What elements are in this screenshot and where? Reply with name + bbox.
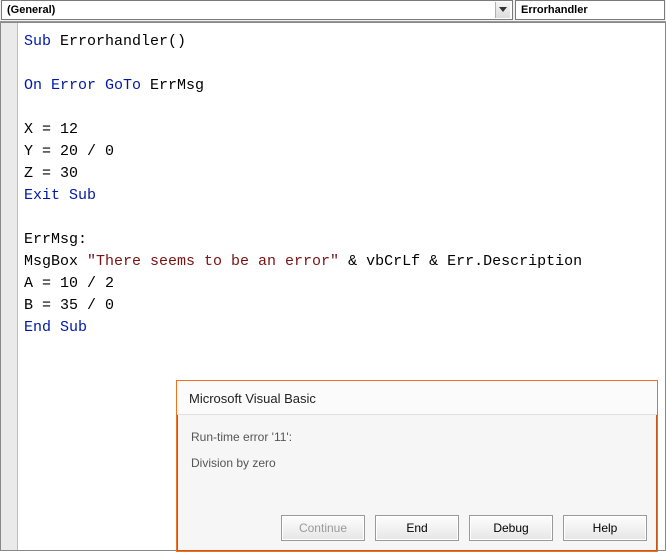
end-button[interactable]: End bbox=[375, 515, 459, 541]
keyword: Sub bbox=[24, 33, 51, 50]
error-dialog: Microsoft Visual Basic Run-time error '1… bbox=[176, 380, 658, 552]
procedure-list-value: Errorhandler bbox=[521, 4, 588, 16]
dialog-title: Microsoft Visual Basic bbox=[177, 381, 657, 415]
keyword: On Error GoTo bbox=[24, 77, 141, 94]
editor-gutter bbox=[1, 23, 18, 550]
dialog-body: Run-time error '11': Division by zero bbox=[177, 415, 657, 485]
dialog-buttons: Continue End Debug Help bbox=[281, 515, 647, 541]
procedure-list-dropdown[interactable]: Errorhandler bbox=[515, 0, 665, 20]
help-button[interactable]: Help bbox=[563, 515, 647, 541]
dropdown-bar: (General) Errorhandler bbox=[0, 0, 666, 22]
continue-button: Continue bbox=[281, 515, 365, 541]
keyword: End Sub bbox=[24, 319, 87, 336]
object-list-value: (General) bbox=[7, 4, 55, 16]
error-line: Run-time error '11': bbox=[191, 427, 643, 447]
string-literal: "There seems to be an error" bbox=[87, 253, 339, 270]
object-list-dropdown[interactable]: (General) bbox=[1, 0, 513, 20]
keyword: Exit Sub bbox=[24, 187, 96, 204]
debug-button[interactable]: Debug bbox=[469, 515, 553, 541]
error-description: Division by zero bbox=[191, 453, 643, 473]
chevron-down-icon bbox=[495, 2, 510, 18]
